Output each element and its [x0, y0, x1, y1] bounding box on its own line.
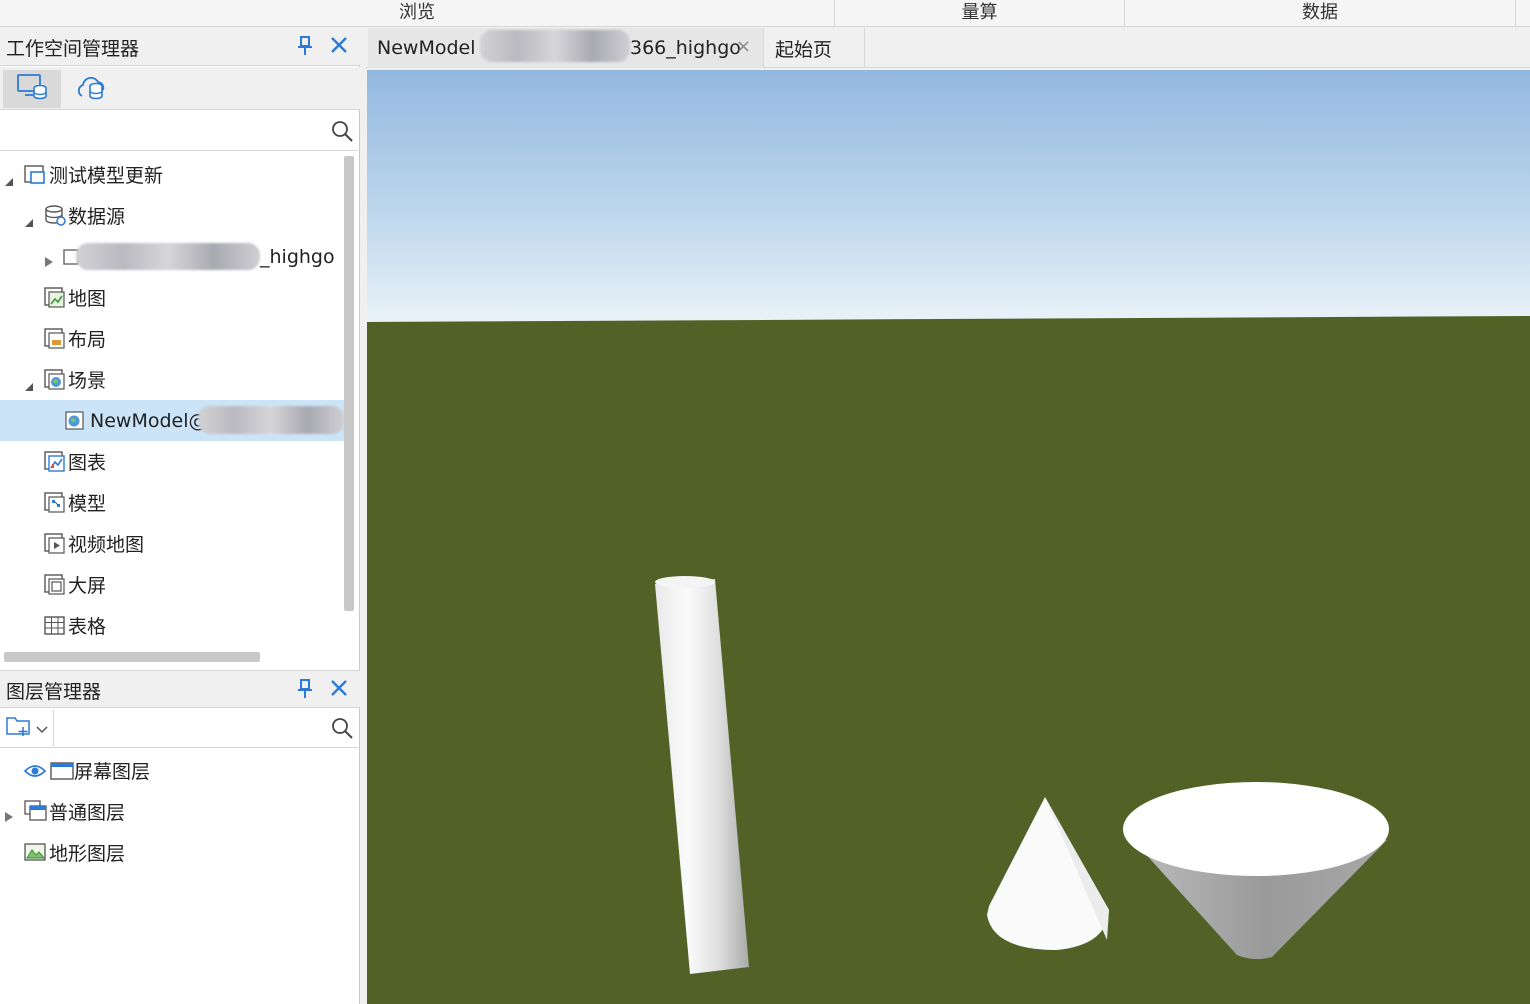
tree-node-label: 表格: [68, 616, 107, 638]
scene-viewport[interactable]: [367, 70, 1530, 1004]
tree-node-label: 模型: [68, 493, 107, 515]
tab-label-prefix: NewModel: [377, 37, 476, 59]
workspace-manager-header: 工作空间管理器: [0, 28, 360, 66]
video-map-icon: [44, 533, 66, 555]
ribbon-group-data: 数据: [1125, 0, 1516, 27]
tree-node-models[interactable]: 模型: [0, 482, 344, 523]
tab-local-workspace[interactable]: [3, 70, 61, 108]
layer-item-normal[interactable]: 普通图层: [0, 791, 344, 832]
layer-search-input[interactable]: [58, 710, 328, 746]
workspace-vertical-scrollbar[interactable]: [344, 156, 354, 611]
tree-node-video-maps[interactable]: 视频地图: [0, 523, 344, 564]
close-tab-icon[interactable]: ×: [736, 36, 751, 57]
left-dock: 工作空间管理器 测试模型更新 数据源 _highgo 地图 布局 场景 NewM…: [0, 28, 360, 1004]
tree-node-label: 布局: [68, 329, 107, 351]
tree-node-workspace[interactable]: 测试模型更新: [0, 154, 344, 195]
tree-node-datasource-item[interactable]: _highgo: [0, 236, 344, 277]
terrain-layer-icon: [24, 842, 46, 864]
tree-node-scenes[interactable]: 场景: [0, 359, 344, 400]
tree-node-label: 图表: [68, 452, 107, 474]
close-icon[interactable]: [328, 32, 350, 56]
tree-node-charts[interactable]: 图表: [0, 441, 344, 482]
workspace-search-input[interactable]: [2, 113, 328, 149]
big-screen-icon: [44, 574, 66, 596]
tree-node-label: 地图: [68, 288, 107, 310]
scene-canvas: [367, 70, 1530, 1004]
local-workspace-icon: [16, 72, 48, 107]
ground-plane: [367, 316, 1530, 1004]
scene-item-icon: [64, 410, 86, 432]
workspace-tabstrip: [0, 67, 360, 110]
layer-label: 地形图层: [49, 843, 126, 865]
layer-tree: 屏幕图层 普通图层 地形图层: [0, 750, 358, 1000]
tree-node-label: 场景: [68, 370, 107, 392]
workspace-manager-title: 工作空间管理器: [6, 38, 140, 60]
tree-node-maps[interactable]: 地图: [0, 277, 344, 318]
tree-node-label: 数据源: [68, 206, 126, 228]
layout-icon: [44, 328, 66, 350]
chevron-down-icon[interactable]: [36, 717, 48, 739]
layer-item-terrain[interactable]: 地形图层: [0, 832, 344, 873]
close-icon[interactable]: [328, 675, 350, 699]
workspace-icon: [24, 164, 46, 186]
pin-icon[interactable]: [296, 677, 314, 701]
normal-layer-icon: [24, 800, 47, 822]
visibility-eye-icon[interactable]: [23, 761, 47, 783]
table-icon: [44, 615, 66, 637]
tab-label: 起始页: [775, 38, 833, 61]
cloud-workspace-icon: [76, 72, 108, 107]
add-layer-icon: [6, 714, 32, 743]
expanded-arrow-icon[interactable]: [4, 170, 14, 186]
tree-node-big-screens[interactable]: 大屏: [0, 564, 344, 605]
redacted-name: [480, 30, 630, 62]
tree-node-datasources[interactable]: 数据源: [0, 195, 344, 236]
document-tabbar: NewModel 366_highgo × 起始页: [366, 28, 1530, 68]
tree-node-label: 大屏: [68, 575, 107, 597]
layer-manager-title: 图层管理器: [6, 681, 102, 703]
layer-item-screen[interactable]: 屏幕图层: [0, 750, 344, 791]
screen-layer-icon: [50, 760, 74, 782]
collapsed-arrow-icon[interactable]: [44, 251, 54, 267]
layer-manager-header: 图层管理器: [0, 670, 360, 708]
ribbon-group-browse: 浏览: [0, 0, 835, 27]
sky: [367, 70, 1530, 322]
search-icon[interactable]: [330, 119, 354, 143]
ribbon-group-measure: 量算: [835, 0, 1125, 27]
collapsed-arrow-icon[interactable]: [4, 806, 14, 822]
map-icon: [44, 287, 66, 309]
chart-icon: [44, 451, 66, 473]
expanded-arrow-icon[interactable]: [24, 211, 34, 227]
pin-icon[interactable]: [296, 34, 314, 58]
model-icon: [44, 492, 66, 514]
tree-node-label: _highgo: [260, 245, 335, 268]
redacted-name: [76, 243, 260, 270]
workspace-horizontal-scrollbar[interactable]: [4, 652, 260, 662]
tree-node-layouts[interactable]: 布局: [0, 318, 344, 359]
workspace-tree: 测试模型更新 数据源 _highgo 地图 布局 场景 NewModel@ 图表…: [0, 154, 344, 654]
tab-scene-document[interactable]: NewModel 366_highgo ×: [368, 28, 764, 68]
search-icon[interactable]: [330, 716, 354, 740]
expanded-arrow-icon[interactable]: [24, 375, 34, 391]
tab-start-page[interactable]: 起始页: [765, 28, 865, 68]
layer-label: 屏幕图层: [74, 761, 151, 783]
workspace-search-row: [0, 111, 358, 151]
tree-node-label: 测试模型更新: [49, 165, 164, 187]
datasource-icon: [44, 204, 66, 226]
tree-node-label: NewModel@: [90, 409, 208, 432]
layer-toolbar: [0, 708, 358, 748]
scene-icon: [44, 369, 66, 391]
tab-cloud-workspace[interactable]: [63, 70, 121, 108]
redacted-name: [198, 406, 344, 434]
ribbon-group-bar: 浏览 量算 数据: [0, 0, 1530, 27]
layer-label: 普通图层: [49, 802, 126, 824]
add-layer-button[interactable]: [2, 710, 54, 746]
tree-node-scene-item[interactable]: NewModel@: [0, 400, 344, 441]
tree-node-tables[interactable]: 表格: [0, 605, 344, 646]
tree-node-label: 视频地图: [68, 534, 145, 556]
tab-label-suffix: 366_highgo: [630, 37, 741, 59]
